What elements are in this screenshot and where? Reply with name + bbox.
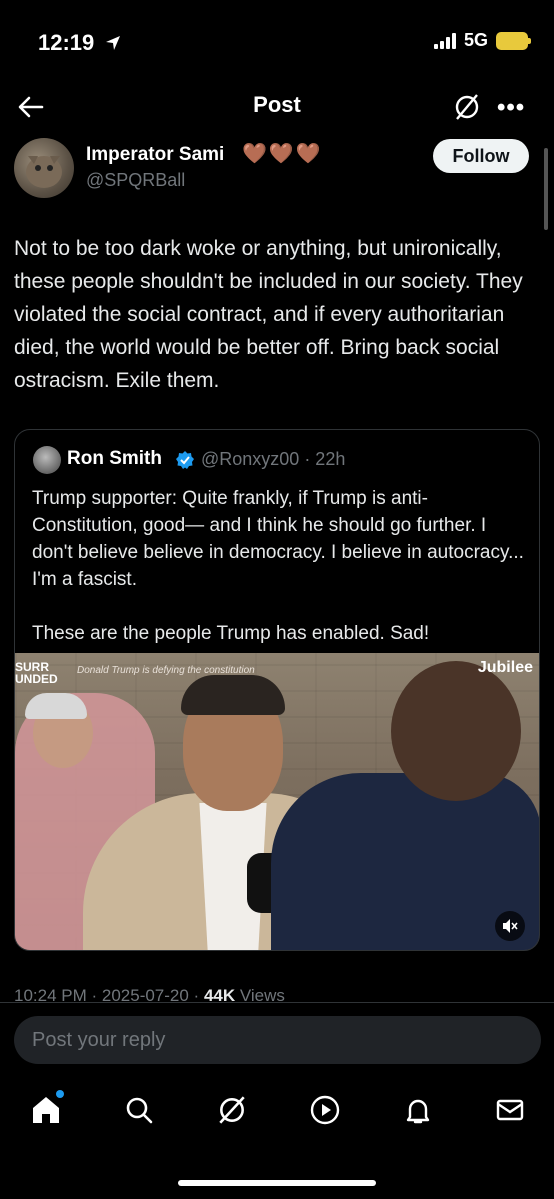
author-name[interactable]: Imperator Sami xyxy=(86,144,224,166)
scrollbar[interactable] xyxy=(544,148,548,230)
grok-icon[interactable] xyxy=(452,92,482,122)
follow-button[interactable]: Follow xyxy=(433,139,529,173)
signal-icon xyxy=(433,32,456,49)
bell-icon[interactable] xyxy=(398,1090,438,1130)
jubilee-watermark: Jubilee xyxy=(477,659,533,676)
status-indicators: 5G xyxy=(433,30,531,51)
post-text: Not to be too dark woke or anything, but… xyxy=(14,237,523,392)
status-time: 12:19 xyxy=(38,30,95,55)
mail-icon[interactable] xyxy=(490,1090,530,1130)
video-thumbnail[interactable]: SURR UNDED Donald Trump is defying the c… xyxy=(15,653,539,950)
network-label: 5G xyxy=(463,30,488,50)
battery-icon xyxy=(496,31,531,50)
video-caption: Donald Trump is defying the constitution xyxy=(77,665,255,676)
quoted-author-name[interactable]: Ron Smith xyxy=(67,448,162,470)
avatar[interactable] xyxy=(14,138,74,198)
grok-icon[interactable] xyxy=(212,1090,252,1130)
quoted-avatar[interactable] xyxy=(33,446,61,474)
divider xyxy=(0,1002,554,1003)
surrounded-logo: SURR UNDED xyxy=(15,660,58,686)
author-handle[interactable]: @SPQRBall xyxy=(86,170,185,191)
search-icon[interactable] xyxy=(119,1090,159,1130)
quoted-post[interactable]: Ron Smith @Ronxyz00 · 22h Trump supporte… xyxy=(14,429,540,951)
video-icon[interactable] xyxy=(305,1090,345,1130)
location-arrow-icon xyxy=(104,34,122,57)
bottom-nav xyxy=(0,1090,554,1134)
reply-input[interactable]: Post your reply xyxy=(14,1016,541,1064)
mute-icon[interactable] xyxy=(495,911,525,941)
more-icon[interactable]: ••• xyxy=(497,94,525,122)
brown-hearts-emoji: 🤎🤎🤎 xyxy=(242,143,323,165)
verified-icon xyxy=(175,450,195,470)
notification-dot xyxy=(56,1090,64,1098)
home-indicator[interactable] xyxy=(178,1180,376,1186)
quoted-handle-time[interactable]: @Ronxyz00 · 22h xyxy=(201,449,345,470)
quoted-text: Trump supporter: Quite frankly, if Trump… xyxy=(32,488,524,644)
